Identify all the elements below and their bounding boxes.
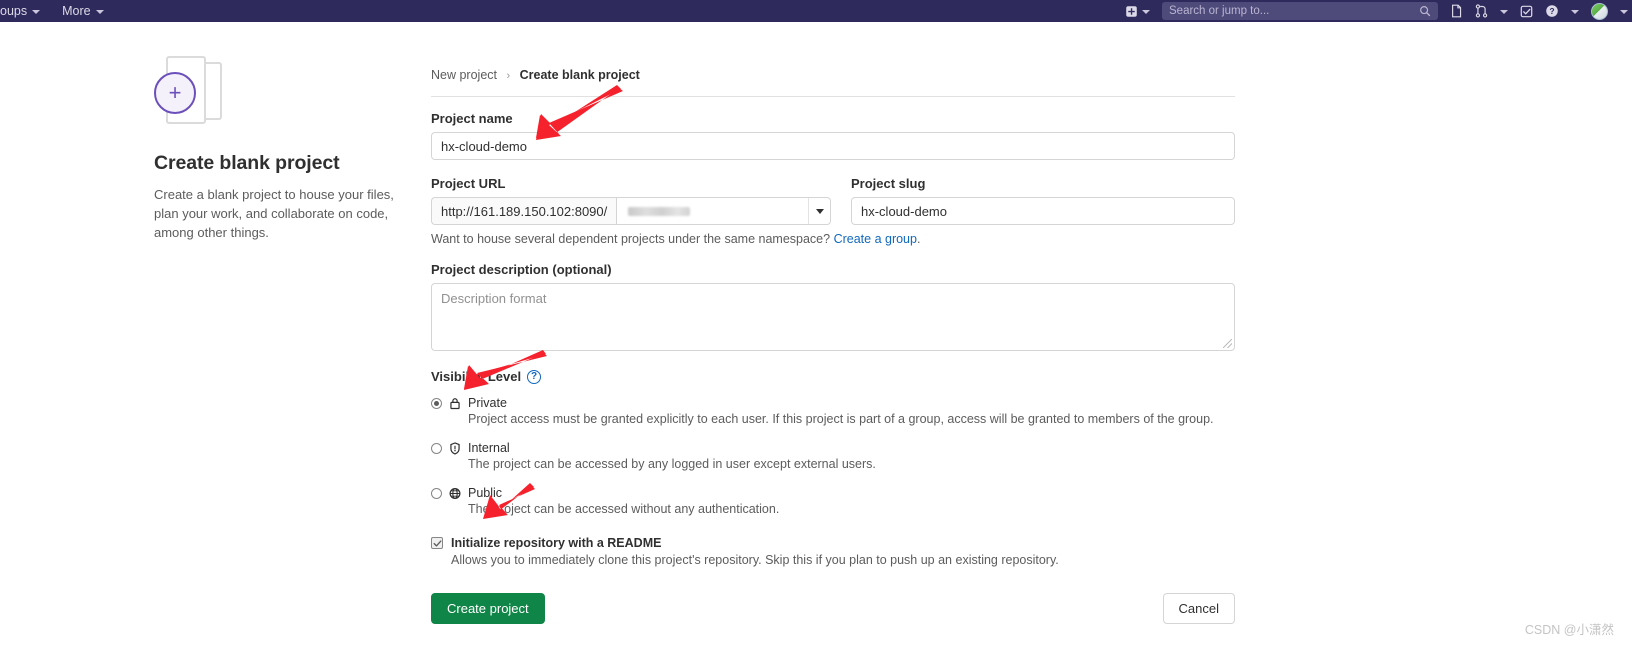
project-url-control: http://161.189.150.102:8090/ [431,197,831,225]
resize-handle-icon[interactable] [1223,339,1232,348]
visibility-option-internal[interactable]: Internal The project can be accessed by … [431,441,1235,471]
chevron-down-icon [95,10,104,14]
todos-icon[interactable] [1520,5,1533,18]
shield-icon [449,441,461,455]
namespace-value-redacted [628,206,691,216]
visibility-internal-name: Internal [468,441,510,455]
nav-item-more[interactable]: More [62,4,104,18]
project-slug-label: Project slug [851,176,926,191]
visibility-public-radio[interactable] [431,487,442,499]
project-description-textarea[interactable]: Description format [431,283,1235,351]
readme-label: Initialize repository with a README [451,536,662,550]
namespace-help-sentence: Want to house several dependent projects… [431,232,831,246]
nav-item-groups[interactable]: oups [0,4,41,18]
search-placeholder: Search or jump to... [1169,5,1270,17]
namespace-select[interactable] [616,197,831,225]
help-icon[interactable]: ? [1545,4,1559,18]
project-description-placeholder: Description format [441,291,547,306]
readme-block: Initialize repository with a README Allo… [431,536,1235,567]
globe-icon [449,487,461,500]
visibility-private-description: Project access must be granted explicitl… [468,412,1214,426]
top-nav-right-group: Search or jump to... ? [1125,0,1628,22]
url-slug-row: Project URL http://161.189.150.102:8090/… [431,176,1235,225]
project-url-group: Project URL http://161.189.150.102:8090/ [431,176,831,225]
breadcrumb-separator: › [506,70,511,82]
namespace-help-text: Want to house several dependent projects… [431,232,1235,246]
readme-row: Initialize repository with a README [431,536,1235,550]
project-name-value: hx-cloud-demo [441,138,527,154]
new-item-menu[interactable] [1125,5,1150,18]
plus-circle-icon: + [154,72,196,114]
create-project-button[interactable]: Create project [431,593,545,624]
project-description-label: Project description (optional) [431,262,612,277]
form-actions: Create project Cancel [431,593,1235,624]
plus-square-icon[interactable] [1125,5,1138,18]
issues-icon[interactable] [1450,4,1463,18]
nav-item-groups-label: oups [0,4,28,18]
watermark: CSDN @小潇然 [1524,623,1614,637]
blank-project-info-panel: + Create blank project Create a blank pr… [154,54,406,242]
top-nav-left-group: oups More [0,4,104,18]
visibility-level-label: Visibility Level [431,369,522,384]
chevron-down-icon[interactable] [1142,10,1150,14]
breadcrumb-parent-link[interactable]: New project [431,68,497,82]
visibility-public-description: The project can be accessed without any … [468,502,780,516]
page-body: + Create blank project Create a blank pr… [0,22,1632,648]
breadcrumb: New project › Create blank project [431,68,1235,82]
chevron-down-icon[interactable] [1571,10,1579,14]
project-name-input[interactable]: hx-cloud-demo [431,132,1235,160]
create-a-group-link[interactable]: Create a group [834,232,917,246]
visibility-internal-radio[interactable] [431,442,442,454]
visibility-level-header: Visibility Level ? [431,369,1235,384]
lock-icon [449,397,461,410]
readme-description: Allows you to immediately clone this pro… [451,553,1059,567]
create-project-form: New project › Create blank project Proje… [431,68,1235,624]
merge-request-icon[interactable] [1475,4,1488,18]
breadcrumb-current: Create blank project [519,68,640,82]
project-slug-value: hx-cloud-demo [861,203,947,219]
visibility-public-name: Public [468,486,503,500]
avatar[interactable] [1591,2,1608,20]
visibility-option-private[interactable]: Private Project access must be granted e… [431,396,1235,426]
project-url-label: Project URL [431,176,506,191]
readme-checkbox[interactable] [431,537,443,549]
cancel-button[interactable]: Cancel [1162,593,1235,624]
page-description: Create a blank project to house your fil… [154,187,394,240]
visibility-options: Private Project access must be granted e… [431,396,1235,516]
project-url-prefix: http://161.189.150.102:8090/ [431,197,617,225]
chevron-down-icon[interactable] [1500,10,1508,14]
visibility-internal-row: Internal [431,441,1235,455]
visibility-option-public[interactable]: Public The project can be accessed witho… [431,486,1235,516]
nav-item-more-label: More [62,4,91,18]
project-slug-group: Project slug hx-cloud-demo [851,176,1235,225]
question-mark-icon[interactable]: ? [527,369,542,384]
namespace-help-period: . [916,232,921,246]
blank-project-icon: + [154,54,234,130]
chevron-down-icon[interactable] [808,198,830,224]
visibility-private-radio[interactable] [431,397,442,409]
divider [431,96,1235,97]
search-icon [1419,5,1431,17]
page-title: Create blank project [154,152,340,174]
visibility-private-row: Private [431,396,1235,410]
chevron-down-icon[interactable] [1620,10,1628,14]
top-navigation-bar: oups More Search or jump to... ? [0,0,1632,22]
project-slug-input[interactable]: hx-cloud-demo [851,197,1235,225]
visibility-internal-description: The project can be accessed by any logge… [468,457,876,471]
visibility-private-name: Private [468,396,507,410]
search-input[interactable]: Search or jump to... [1162,2,1438,20]
chevron-down-icon [32,10,41,14]
visibility-public-row: Public [431,486,1235,500]
project-name-label: Project name [431,111,513,126]
svg-text:?: ? [1549,6,1554,16]
